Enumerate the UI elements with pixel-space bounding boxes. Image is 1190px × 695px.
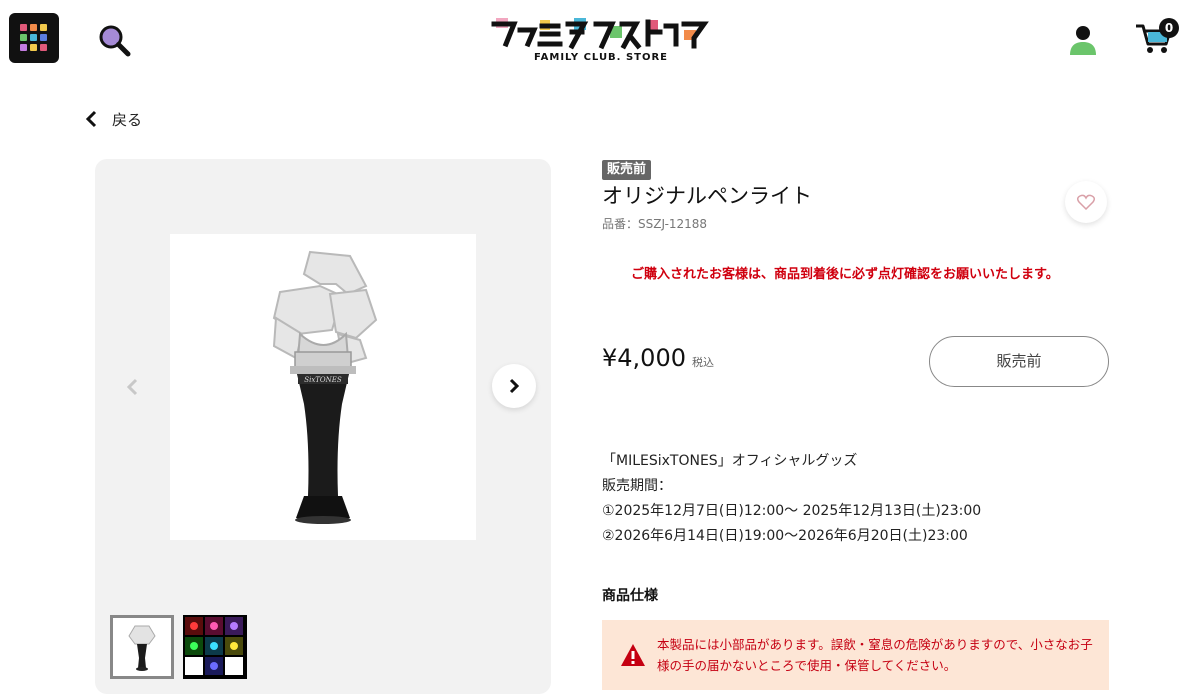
color-variants-thumb (183, 615, 247, 679)
thumbnail-1[interactable] (110, 615, 174, 679)
status-badge: 販売前 (602, 160, 652, 180)
description-line: 販売期間： (602, 478, 672, 494)
user-icon[interactable] (1068, 24, 1098, 56)
search-icon[interactable] (97, 23, 131, 57)
penlight-image: SixTONES (272, 250, 378, 524)
menu-grid-icon (20, 24, 27, 31)
product-description: 「MILESixTONES」オフィシャルグッズ 販売期間： ①2025年12月7… (602, 449, 981, 549)
chevron-left-icon (126, 378, 138, 396)
prev-image-button[interactable] (121, 375, 145, 399)
chevron-left-icon (85, 110, 97, 128)
logo-subtitle: FAMILY CLUB. STORE (533, 52, 669, 63)
svg-text:SixTONES: SixTONES (304, 376, 342, 384)
tax-label: 税込 (691, 356, 714, 369)
description-line: ①2025年12月7日(日)12:00～ 2025年12月13日(土)23:00 (602, 503, 982, 519)
heart-icon (1077, 194, 1095, 210)
back-link[interactable]: 戻る (84, 108, 142, 130)
product-title: オリジナルペンライト (602, 184, 812, 208)
price-amount: ¥4,000 (602, 344, 686, 372)
chevron-right-icon (509, 378, 520, 394)
next-image-button[interactable] (492, 364, 536, 408)
price: ¥4,000 税込 (602, 344, 714, 372)
product-gallery: SixTONES (95, 159, 551, 694)
warning-icon (621, 644, 645, 666)
store-logo[interactable]: FAMILY CLUB. STORE (488, 16, 714, 66)
cart-count-badge: 0 (1159, 18, 1179, 38)
pre-sale-button[interactable]: 販売前 (929, 336, 1109, 387)
penlight-thumb (128, 625, 156, 671)
product-main-image: SixTONES (170, 234, 476, 540)
description-line: ②2026年6月14日(日)19:00～2026年6月20日(土)23:00 (602, 528, 968, 544)
logo-lettering (491, 18, 709, 50)
menu-grid-button[interactable] (9, 13, 59, 63)
description-line: 「MILESixTONES」オフィシャルグッズ (602, 453, 858, 469)
back-label: 戻る (112, 110, 143, 129)
warning-text: 本製品には小部品があります。誤飲・窒息の危険がありますので、小さなお子様の手の届… (657, 637, 1093, 673)
spec-heading: 商品仕様 (602, 588, 658, 604)
favorite-button[interactable] (1065, 181, 1107, 223)
choking-warning: 本製品には小部品があります。誤飲・窒息の危険がありますので、小さなお子様の手の届… (602, 620, 1109, 690)
thumbnail-2[interactable] (183, 615, 247, 679)
lighting-check-notice: ご購入されたお客様は、商品到着後に必ず点灯確認をお願いいたします。 (631, 267, 1059, 282)
product-code: 品番：SSZJ-12188 (602, 217, 708, 231)
